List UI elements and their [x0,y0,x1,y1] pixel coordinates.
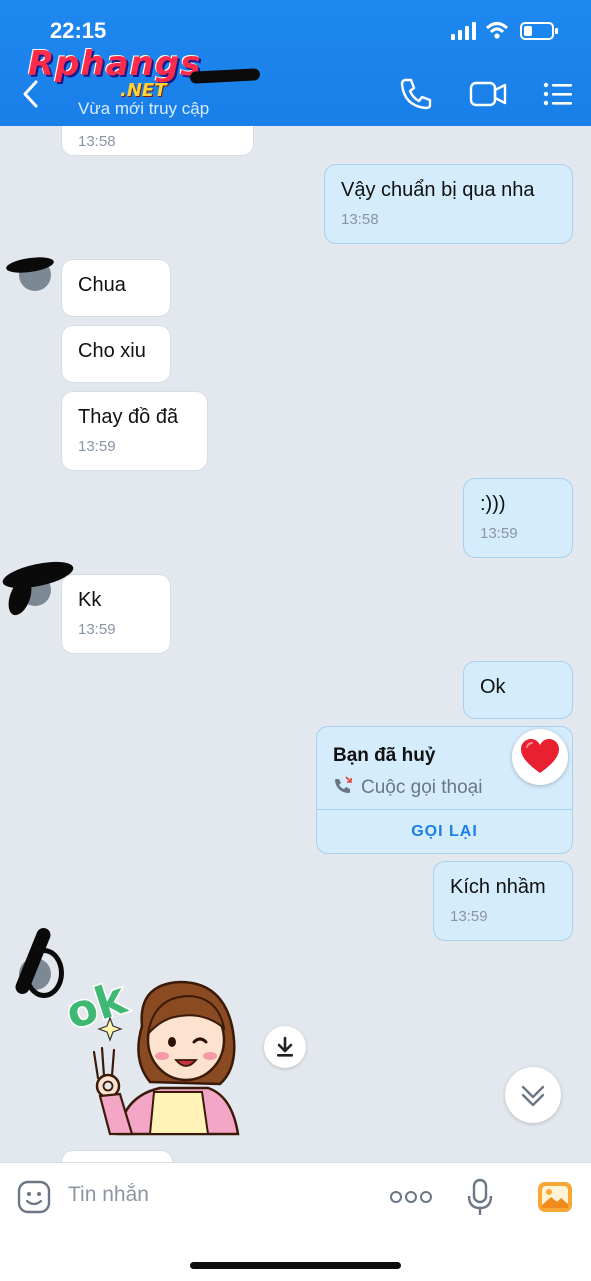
call-card-divider [317,809,572,810]
image-gallery-icon [538,1182,572,1212]
download-icon [277,1036,293,1057]
message-bubble-outgoing[interactable]: Ok [463,661,573,719]
more-dots-icon [390,1191,432,1203]
message-time: 13:59 [78,621,116,638]
microphone-icon [467,1178,493,1215]
message-bubble-outgoing[interactable]: :))) 13:59 [463,478,573,558]
call-type-row: Cuộc gọi thoại [333,775,482,799]
message-list[interactable]: 13:58 Vậy chuẩn bị qua nha 13:58 Chua Ch… [0,126,591,1162]
ok-sticker[interactable]: ok [58,956,262,1146]
message-text: :))) [480,493,506,515]
message-bubble-incoming[interactable]: Cho xiu [61,325,171,383]
scroll-to-bottom-button[interactable] [505,1067,561,1123]
message-text: Ok [480,676,506,698]
emoji-button[interactable] [16,1179,52,1220]
message-time: 13:59 [450,908,488,925]
message-time: 13:59 [480,525,518,542]
video-camera-icon [469,81,507,107]
signal-wifi-battery-icon [451,22,558,40]
call-status-title: Bạn đã huỷ [333,745,436,766]
message-bubble-incoming[interactable]: Chua [61,259,171,317]
message-bubble-incoming[interactable]: Thay đồ đã 13:59 [61,391,208,471]
status-icons [451,20,561,47]
call-back-button[interactable]: GỌI LẠI [317,823,572,841]
emoji-sticker-icon [17,1180,51,1214]
heart-icon [521,739,559,773]
photo-button[interactable] [536,1179,574,1220]
girl-ok-sticker-icon: ok [58,971,240,1136]
last-seen-status: Vừa mới truy cập [78,99,210,118]
call-type-text: Cuộc gọi thoại [361,777,483,798]
back-button[interactable] [18,78,46,110]
message-bubble-incoming-partial[interactable] [61,1150,173,1162]
missed-call-icon [335,776,352,793]
phone-icon [400,78,432,110]
message-text: Cho xiu [78,340,146,362]
video-call-button[interactable] [468,76,508,112]
message-time: 13:58 [78,133,116,150]
voice-message-button[interactable] [464,1177,496,1222]
watermark-logo: Rphangs .NET [28,44,202,101]
watermark-text: Rphangs [28,44,202,84]
status-time: 22:15 [50,18,107,43]
voice-call-button[interactable] [398,76,438,112]
message-time: 13:59 [78,438,116,455]
message-bubble-incoming[interactable]: 13:58 [61,126,254,156]
redacted-name-scribble [189,68,261,84]
message-text: Thay đồ đã [78,406,179,428]
download-sticker-button[interactable] [264,1026,306,1068]
home-indicator[interactable] [190,1262,401,1269]
message-time: 13:58 [341,211,379,228]
message-bubble-incoming[interactable]: Kk 13:59 [61,574,171,654]
message-input[interactable] [68,1183,268,1207]
message-text: Kk [78,589,102,611]
chat-menu-button[interactable] [540,76,580,112]
double-chevron-down-icon [521,1085,545,1107]
message-text: Chua [78,274,126,296]
message-bubble-outgoing[interactable]: Vậy chuẩn bị qua nha 13:58 [324,164,573,244]
sticker-ok-text: ok [62,972,134,1039]
message-text: Kích nhầm [450,876,546,898]
back-chevron-icon [23,80,38,108]
message-text: Vậy chuẩn bị qua nha [341,179,535,201]
message-bubble-outgoing[interactable]: Kích nhầm 13:59 [433,861,573,941]
menu-list-icon [543,82,572,106]
chat-header: 22:15 Rphangs .NET Vừa mới truy cập [0,0,591,126]
redacted-avatar-scribble [24,948,64,998]
watermark-subtext: .NET [120,80,167,101]
more-options-button[interactable] [388,1187,434,1212]
heart-reaction[interactable] [512,729,568,785]
